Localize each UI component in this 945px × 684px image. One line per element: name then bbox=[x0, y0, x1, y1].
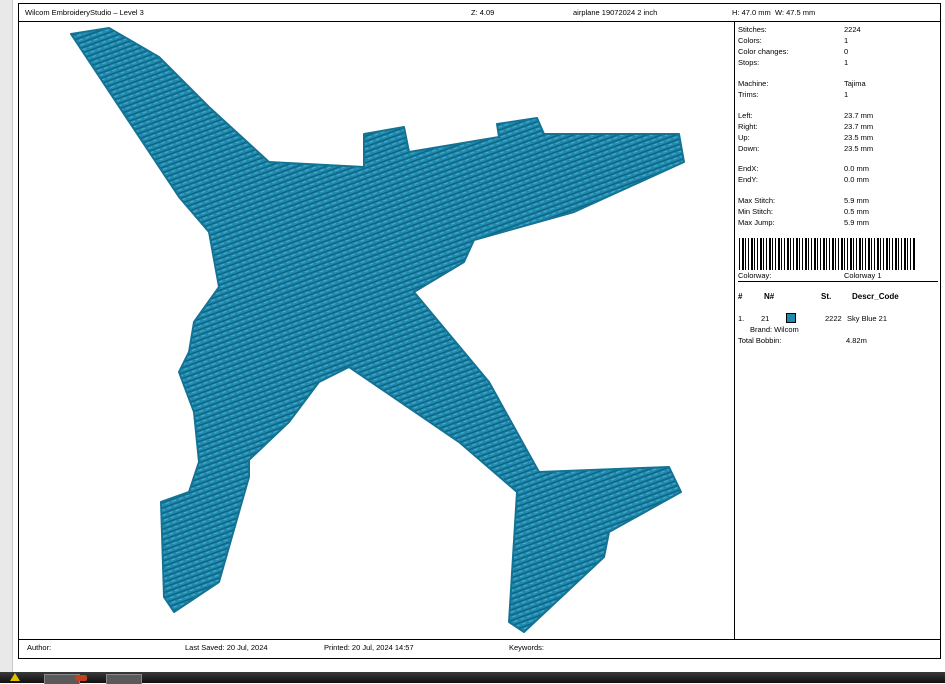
sheet-header: Wilcom EmbroideryStudio – Level 3 Z: 4.0… bbox=[19, 4, 940, 22]
stat-stitches: Stitches: 2224 bbox=[738, 25, 861, 34]
stat-endx: EndX: 0.0 mm bbox=[738, 164, 870, 173]
design-barcode bbox=[739, 238, 915, 270]
stat-max-jump: Max Jump: 5.9 mm bbox=[738, 218, 870, 227]
printed-date: Printed: 20 Jul, 2024 14:57 bbox=[324, 643, 414, 652]
design-info-panel: Stitches: 2224 Colors: 1 Color changes: 0 S… bbox=[735, 22, 940, 640]
colorway-row: Colorway: Colorway 1 bbox=[738, 271, 938, 282]
author-label: Author: bbox=[27, 643, 52, 652]
stat-color-changes: Color changes: 0 bbox=[738, 47, 849, 56]
windows-taskbar bbox=[0, 672, 945, 684]
stat-down: Down: 23.5 mm bbox=[738, 144, 874, 153]
last-saved: Last Saved: 20 Jul, 2024 bbox=[185, 643, 268, 652]
stat-left: Left: 23.7 mm bbox=[738, 111, 874, 120]
stat-up: Up: 23.5 mm bbox=[738, 133, 874, 142]
keywords-label: Keywords: bbox=[509, 643, 545, 652]
stat-stops: Stops: 1 bbox=[738, 58, 849, 67]
print-preview-sheet: Wilcom EmbroideryStudio – Level 3 Z: 4.0… bbox=[18, 3, 941, 659]
stat-machine: Machine: Tajima bbox=[738, 79, 866, 88]
window-left-gutter bbox=[0, 0, 13, 672]
design-canvas bbox=[19, 22, 735, 640]
stat-right: Right: 23.7 mm bbox=[738, 122, 874, 131]
airplane-embroidery-design bbox=[70, 27, 685, 633]
stat-max-stitch: Max Stitch: 5.9 mm bbox=[738, 196, 870, 205]
thread-color-swatch bbox=[786, 313, 796, 323]
design-name: airplane 19072024 2 inch bbox=[573, 8, 658, 17]
warning-icon[interactable] bbox=[10, 673, 20, 681]
stat-min-stitch: Min Stitch: 0.5 mm bbox=[738, 207, 870, 216]
stat-endy: EndY: 0.0 mm bbox=[738, 175, 870, 184]
design-width: W: 47.5 mm bbox=[775, 8, 816, 17]
stat-colors: Colors: 1 bbox=[738, 36, 849, 45]
stat-trims: Trims: 1 bbox=[738, 90, 849, 99]
design-height: H: 47.0 mm bbox=[732, 8, 771, 17]
app-icon[interactable] bbox=[75, 675, 87, 681]
zoom-level: Z: 4.09 bbox=[471, 8, 495, 17]
app-title: Wilcom EmbroideryStudio – Level 3 bbox=[25, 8, 144, 17]
sheet-footer: Author: Last Saved: 20 Jul, 2024 Printed… bbox=[19, 639, 940, 658]
